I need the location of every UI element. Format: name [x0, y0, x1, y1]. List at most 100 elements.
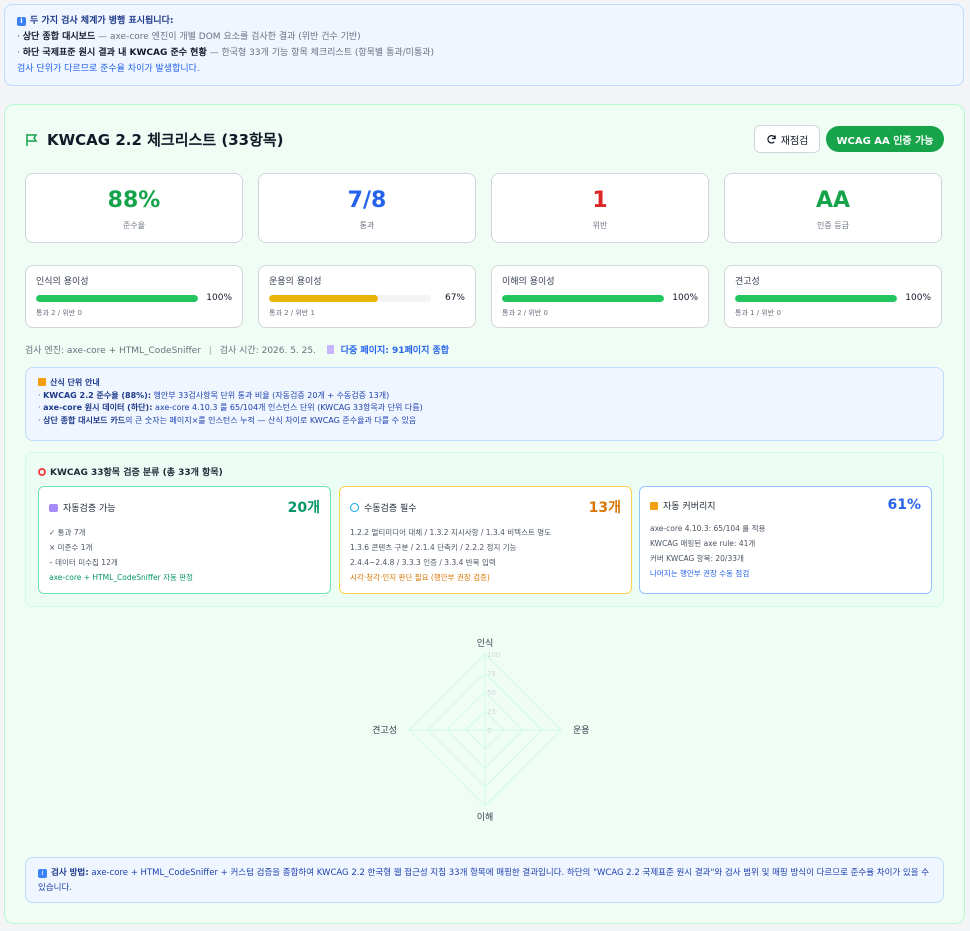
card-name-text: 수동검증 필수: [364, 503, 417, 514]
category-name: 인식의 용이성: [36, 277, 89, 287]
card-auto-coverage: 자동 커버리지 61% axe-core 4.10.3: 65/104 룰 적용 K…: [639, 486, 932, 594]
notice-line1-text: — axe-core 엔진이 개별 DOM 요소를 검사한 결과 (위반 건수 …: [95, 32, 361, 42]
radar-axis-label: 견고성: [372, 724, 397, 736]
progress-fill: [502, 294, 664, 302]
chart-icon: [38, 378, 46, 386]
guide-l3-text: 의 큰 숫자는 페이지×룰 인스턴스 누적 — 산식 차이로 KWCAG 준수율…: [125, 415, 417, 425]
card-manual-verify: 수동검증 필수 13개 1.2.2 멀티미디어 대체 / 1.3.2 지시사항 /…: [339, 486, 632, 594]
card-item: 2.4.4~2.4.8 / 3.3.3 인증 / 3.3.4 반복 입력: [350, 558, 496, 567]
notice-title: 두 가지 검사 체계가 병행 표시됩니다:: [30, 16, 174, 26]
card-footnote: 나머지는 행안부 권장 수동 점검: [650, 569, 750, 578]
guide-l2-text: axe-core 4.10.3 룰 65/104개 인스턴스 단위 (KWCAG…: [152, 403, 423, 412]
cert-label: WCAG AA 인증 가능: [836, 135, 934, 147]
progress-bar: [502, 294, 664, 302]
info-icon: i: [38, 869, 47, 878]
progress-bar: [269, 294, 431, 302]
category-counts: 통과 2 / 위반 1: [269, 309, 315, 317]
stat-value: 7/8: [347, 188, 387, 213]
stat-label: 통과: [359, 221, 375, 230]
category-percent: 100%: [206, 293, 232, 303]
stat-value: 1: [592, 188, 608, 213]
card-auto-verify: 자동검증 가능 20개 ✓ 통과 7개 × 미준수 1개 – 데이터 미수집 12개 …: [38, 486, 331, 594]
bar-chart-icon: [650, 501, 658, 510]
refresh-icon: [767, 134, 776, 144]
scan-meta: 검사 엔진: axe-core + HTML_CodeSniffer | 검사 …: [25, 343, 449, 356]
stat-card-pass: 7/8 통과: [258, 173, 476, 243]
guide-l2-label: axe-core 원시 데이터 (하단):: [43, 403, 153, 412]
scan-engine: 검사 엔진: axe-core + HTML_CodeSniffer: [25, 346, 201, 356]
method-text: axe-core + HTML_CodeSniffer + 커스텀 검증을 종합…: [38, 868, 930, 893]
category-perceivable: 인식의 용이성 100% 통과 2 / 위반 0: [25, 265, 243, 328]
radar-tick-label: 50: [487, 689, 496, 697]
category-operable: 운용의 용이성 67% 통과 2 / 위반 1: [258, 265, 476, 328]
progress-bar: [735, 294, 897, 302]
stat-card-grade: AA 인증 등급: [724, 173, 942, 243]
recheck-label: 재점검: [780, 135, 809, 147]
progress-fill: [735, 294, 897, 302]
magnifier-icon: [350, 502, 359, 512]
progress-fill: [36, 294, 198, 302]
card-name-text: 자동 커버리지: [663, 501, 716, 512]
radar-axis-label: 이해: [477, 812, 494, 823]
category-percent: 100%: [905, 293, 931, 303]
guide-l1-label: KWCAG 2.2 준수율 (88%):: [43, 390, 152, 400]
category-counts: 통과 1 / 위반 0: [735, 309, 781, 317]
category-counts: 통과 2 / 위반 0: [502, 309, 548, 317]
radar-tick-label: 75: [487, 670, 496, 678]
category-robust: 견고성 100% 통과 1 / 위반 0: [724, 265, 942, 328]
kwcag-panel: KWCAG 2.2 체크리스트 (33항목) 재점검 WCAG AA 인증 가능…: [4, 104, 965, 924]
card-footnote: axe-core + HTML_CodeSniffer 자동 판정: [49, 573, 194, 582]
guide-l3-label: 상단 종합 대시보드 카드: [43, 415, 126, 425]
method-note: i 검사 방법: axe-core + HTML_CodeSniffer + 커스…: [25, 857, 944, 903]
guide-title: 산식 단위 안내: [50, 378, 100, 387]
radar-tick-label: 100: [487, 651, 500, 659]
panel-header: KWCAG 2.2 체크리스트 (33항목): [25, 129, 284, 150]
card-item: × 미준수 1개: [49, 543, 93, 552]
category-counts: 통과 2 / 위반 0: [36, 309, 82, 317]
verification-classification: KWCAG 33항목 검증 분류 (총 33개 항목) 자동검증 가능 20개 ✓…: [25, 452, 944, 607]
flag-icon: [26, 133, 38, 146]
card-item: KWCAG 매핑된 axe rule: 41개: [650, 539, 756, 548]
scan-time: 검사 시간: 2026. 5. 25.: [219, 346, 316, 356]
card-item: ✓ 통과 7개: [49, 528, 86, 537]
category-percent: 100%: [672, 293, 698, 303]
card-count: 20개: [287, 500, 320, 516]
stat-label: 위반: [592, 221, 608, 230]
stat-value: AA: [815, 188, 851, 213]
card-item: 1.3.6 콘텐츠 구분 / 2.1.4 단축키 / 2.2.2 정지 기능: [350, 543, 517, 552]
category-name: 이해의 용이성: [502, 277, 555, 287]
radar-chart: 0 25 50 75 100 인식운용이해 견고성: [372, 638, 590, 823]
card-item: – 데이터 미수집 12개: [49, 558, 118, 567]
panel-title: KWCAG 2.2 체크리스트 (33항목): [47, 131, 284, 149]
radar-tick-label: 0: [487, 727, 491, 735]
stat-card-violation: 1 위반: [491, 173, 709, 243]
card-name: 수동검증 필수: [350, 501, 417, 514]
category-percent: 67%: [444, 293, 465, 303]
notice-line2-label: 하단 국제표준 원시 결과 내 KWCAG 준수 현황: [22, 48, 207, 58]
robot-icon: [49, 503, 58, 512]
radar-tick-label: 25: [487, 708, 496, 716]
notice-line2-text: — 한국형 33개 기능 항목 체크리스트 (항목별 통과/미통과): [206, 48, 435, 58]
card-count: 13개: [588, 500, 621, 516]
multi-page-link[interactable]: 다중 페이지: 91페이지 종합: [341, 346, 449, 356]
card-item: 1.2.2 멀티미디어 대체 / 1.3.2 지시사항 / 1.3.4 비텍스트…: [350, 528, 552, 537]
target-icon: [38, 468, 46, 476]
progress-bar: [36, 294, 198, 302]
notice-line1-label: 상단 종합 대시보드: [22, 32, 96, 42]
cert-badge-button[interactable]: WCAG AA 인증 가능: [826, 126, 944, 152]
recheck-button[interactable]: 재점검: [754, 125, 820, 153]
document-icon: [326, 345, 334, 354]
notice-line3: 검사 단위가 다르므로 준수율 차이가 발생합니다.: [17, 64, 200, 74]
category-understandable: 이해의 용이성 100% 통과 2 / 위반 0: [491, 265, 709, 328]
progress-fill: [269, 294, 378, 302]
category-name: 운용의 용이성: [269, 277, 322, 287]
radar-axis-label: 운용: [573, 725, 590, 736]
formula-guide: 산식 단위 안내 · KWCAG 2.2 준수율 (88%): 행안부 33검사…: [25, 367, 944, 441]
stat-card-compliance: 88% 준수율: [25, 173, 243, 243]
classification-title: KWCAG 33항목 검증 분류 (총 33개 항목): [50, 468, 223, 478]
stat-value: 88%: [107, 188, 161, 213]
card-item: axe-core 4.10.3: 65/104 룰 적용: [650, 524, 766, 533]
category-name: 견고성: [735, 277, 760, 287]
card-name: 자동 커버리지: [650, 499, 716, 512]
card-item: 커버 KWCAG 항목: 20/33개: [650, 554, 744, 563]
